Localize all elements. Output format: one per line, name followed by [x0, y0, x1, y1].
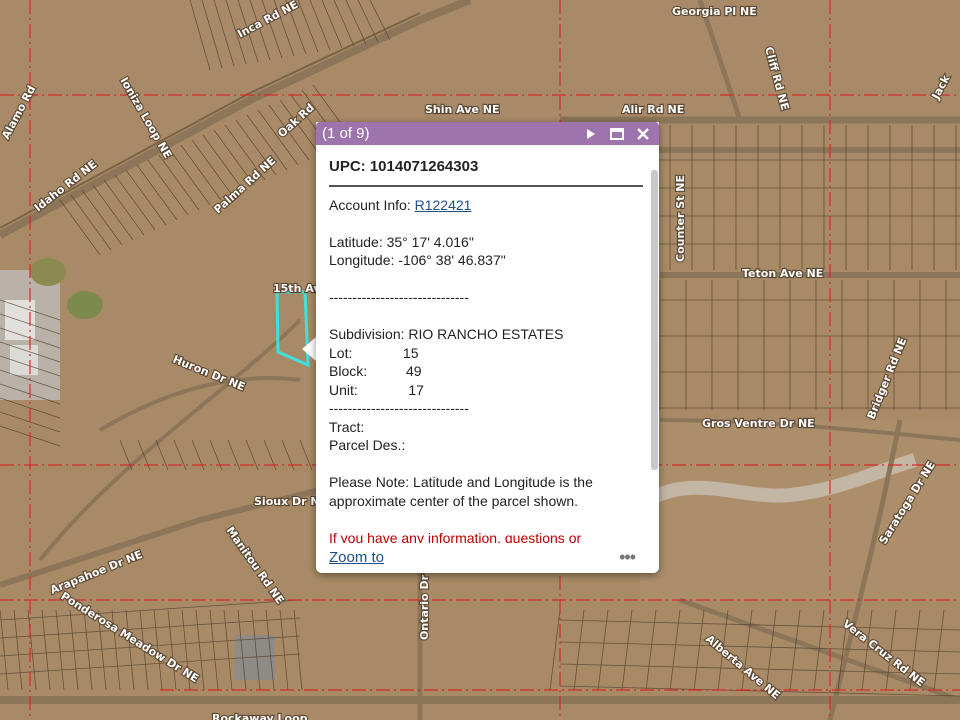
more-actions-button[interactable]: ••• — [619, 547, 636, 568]
road-label: Georgia Pl NE — [672, 5, 757, 18]
tract-text: Tract: — [329, 418, 365, 435]
account-info: Account Info: R122421 — [329, 196, 639, 215]
parcel-popup: (1 of 9) UPC: 1014071264303 Account Info… — [316, 122, 659, 573]
subdivision-text: Subdivision: RIO RANCHO ESTATES — [329, 326, 564, 342]
road-label: Gros Ventre Dr NE — [702, 417, 815, 430]
account-info-link[interactable]: R122421 — [415, 197, 472, 213]
parcel-des-text: Parcel Des.: — [329, 437, 406, 453]
popup-footer: Zoom to ••• — [316, 543, 659, 573]
terrain-patch — [640, 420, 960, 600]
maximize-icon — [610, 127, 624, 140]
scrollbar[interactable] — [651, 170, 658, 470]
divider-text: ------------------------------ — [329, 289, 469, 305]
popup-header: (1 of 9) — [316, 122, 659, 145]
account-info-label: Account Info: — [329, 196, 415, 213]
play-icon — [587, 128, 595, 139]
upc-label: UPC: 1014071264303 — [329, 158, 643, 187]
divider-text: ------------------------------ — [329, 400, 469, 416]
sports-field — [30, 258, 66, 286]
close-icon — [637, 127, 649, 140]
road-label: Rockaway Loop — [212, 712, 308, 720]
latitude-text: Latitude: 35° 17' 4.016" — [329, 233, 474, 250]
road-label: Alir Rd NE — [622, 103, 684, 116]
popup-pointer — [302, 337, 316, 361]
building — [10, 345, 38, 375]
next-feature-button[interactable] — [581, 124, 601, 144]
lot-text: Lot: 15 — [329, 344, 419, 361]
road-label: Teton Ave NE — [742, 267, 823, 280]
popup-pager: (1 of 9) — [322, 125, 370, 142]
maximize-button[interactable] — [607, 124, 627, 144]
note-text: Please Note: Latitude and Longitude is t… — [329, 474, 593, 509]
popup-body[interactable]: UPC: 1014071264303 Account Info: R122421… — [316, 145, 659, 543]
road-label: Shin Ave NE — [425, 103, 500, 116]
road-label: Ontario Dr — [418, 574, 431, 640]
sports-field — [67, 291, 103, 319]
contact-note-text: If you have any information, questions o… — [329, 529, 582, 544]
close-button[interactable] — [633, 124, 653, 144]
block-text: Block: 49 — [329, 363, 422, 379]
unit-text: Unit: 17 — [329, 381, 424, 398]
longitude-text: Longitude: -106° 38' 46.837" — [329, 252, 506, 268]
road-label: Counter St NE — [674, 175, 687, 262]
zoom-to-link[interactable]: Zoom to — [329, 549, 384, 566]
